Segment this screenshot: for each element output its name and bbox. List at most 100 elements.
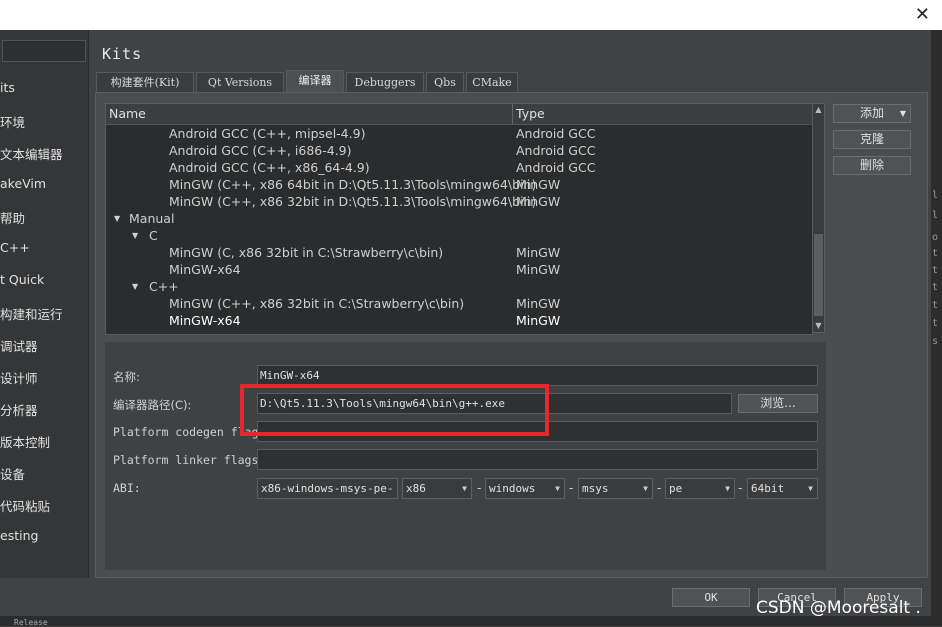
abi-width-select[interactable]: 64bit ▼ (747, 478, 818, 499)
page-title: Kits (102, 45, 143, 63)
compiler-type: MinGW (516, 313, 561, 328)
compiler-name: MinGW-x64 (169, 313, 241, 328)
add-button[interactable]: 添加 ▼ (833, 104, 911, 123)
column-divider[interactable] (512, 104, 513, 124)
sidebar-item-cpp[interactable]: C++ (0, 240, 86, 264)
abi-flavor-select[interactable]: msys ▼ (578, 478, 653, 499)
tree-row[interactable]: Android GCC (C++, i686-4.9) Android GCC (106, 143, 812, 160)
dropdown-arrow-icon: ▼ (725, 484, 730, 493)
background-text: l (932, 210, 939, 221)
abi-select-value: x86-windows-msys-pe- (261, 482, 394, 495)
compiler-type: MinGW (516, 245, 561, 260)
tree-group-row[interactable]: ▼ Manual (106, 211, 812, 228)
remove-button[interactable]: 删除 (833, 156, 911, 175)
abi-width-value: 64bit (751, 482, 785, 495)
background-text: t (932, 318, 939, 329)
compiler-type: Android GCC (516, 143, 596, 158)
sidebar-item-designer[interactable]: 设计师 (0, 368, 86, 392)
compiler-name: Android GCC (C++, x86_64-4.9) (169, 160, 370, 175)
background-text: s (932, 336, 939, 347)
abi-format-select[interactable]: pe ▼ (665, 478, 735, 499)
background-text: t (932, 265, 939, 276)
background-text: l (932, 190, 939, 201)
collapse-arrow-icon[interactable]: ▼ (132, 231, 138, 240)
sidebar-item-devices[interactable]: 设备 (0, 464, 86, 488)
compiler-name: MinGW-x64 (169, 262, 241, 277)
sidebar-item-code-paster[interactable]: 代码粘贴 (0, 496, 86, 520)
tree-row[interactable]: MinGW-x64 MinGW (106, 262, 812, 279)
column-header-name[interactable]: Name (109, 106, 146, 121)
abi-arch-select[interactable]: x86 ▼ (402, 478, 472, 499)
dropdown-arrow-icon: ▼ (808, 484, 813, 493)
watermark-text: CSDN @Mooresalt . (756, 598, 921, 618)
tree-group-row[interactable]: ▼ C (106, 228, 812, 245)
tab-kits[interactable]: 构建套件(Kit) (96, 72, 194, 92)
abi-os-select[interactable]: windows ▼ (485, 478, 565, 499)
scroll-down-icon[interactable]: ▼ (813, 320, 824, 332)
close-icon[interactable]: ✕ (915, 4, 930, 25)
tree-row-selected[interactable]: MinGW-x64 MinGW (106, 313, 812, 330)
sidebar-item-qt-quick[interactable]: t Quick (0, 272, 86, 296)
sidebar-item-build-run[interactable]: 构建和运行 (0, 304, 86, 328)
tree-row[interactable]: MinGW (C++, x86 32bit in C:\Strawberry\c… (106, 296, 812, 313)
tab-debuggers[interactable]: Debuggers (346, 72, 424, 92)
group-name: Manual (129, 211, 175, 226)
linker-flags-field[interactable] (257, 449, 818, 470)
tree-header: Name Type (106, 104, 812, 125)
tree-group-row[interactable]: ▼ C++ (106, 279, 812, 296)
sidebar-item-debugger[interactable]: 调试器 (0, 336, 86, 360)
tab-compilers[interactable]: 编译器 (286, 70, 344, 93)
compiler-type: MinGW (516, 194, 561, 209)
scroll-up-icon[interactable]: ▲ (813, 104, 824, 116)
compiler-name: MinGW (C++, x86 64bit in D:\Qt5.11.3\Too… (169, 177, 537, 192)
sidebar-item-help[interactable]: 帮助 (0, 208, 86, 232)
background-text: t (932, 300, 939, 311)
compiler-name: Android GCC (C++, mipsel-4.9) (169, 126, 366, 141)
compiler-tree[interactable]: Name Type Android GCC (C++, mipsel-4.9) … (105, 103, 813, 335)
highlight-annotation (240, 384, 549, 436)
sidebar-item-testing[interactable]: esting (0, 528, 86, 552)
dropdown-arrow-icon: ▼ (462, 484, 467, 493)
abi-os-value: windows (489, 482, 536, 495)
abi-flavor-value: msys (582, 482, 609, 495)
background-text: o (932, 232, 939, 243)
collapse-arrow-icon[interactable]: ▼ (132, 282, 138, 291)
dropdown-arrow-icon: ▼ (643, 484, 648, 493)
background-text: t (932, 248, 939, 259)
tab-qt-versions[interactable]: Qt Versions (196, 72, 284, 92)
tree-row[interactable]: MinGW (C++, x86 32bit in D:\Qt5.11.3\Too… (106, 194, 812, 211)
compiler-type: MinGW (516, 296, 561, 311)
sidebar-item-version-control[interactable]: 版本控制 (0, 432, 86, 456)
sidebar-item-kits[interactable]: its (0, 80, 86, 104)
compiler-name: Android GCC (C++, i686-4.9) (169, 143, 352, 158)
name-field[interactable]: MinGW-x64 (257, 365, 818, 386)
tree-row[interactable]: MinGW (C++, x86 64bit in D:\Qt5.11.3\Too… (106, 177, 812, 194)
compiler-path-label: 编译器路径(C): (113, 398, 192, 412)
tab-qbs[interactable]: Qbs (426, 72, 464, 92)
tree-row[interactable]: Android GCC (C++, x86_64-4.9) Android GC… (106, 160, 812, 177)
browse-button[interactable]: 浏览... (738, 394, 818, 413)
sidebar-filter-input[interactable] (2, 40, 86, 62)
abi-select[interactable]: x86-windows-msys-pe- (257, 478, 398, 499)
compiler-name: MinGW (C, x86 32bit in C:\Strawberry\c\b… (169, 245, 444, 260)
sidebar-item-environment[interactable]: 环境 (0, 112, 86, 136)
sidebar-item-fakevim[interactable]: akeVim (0, 176, 86, 200)
dropdown-arrow-icon: ▼ (899, 109, 906, 118)
sidebar-item-analyzer[interactable]: 分析器 (0, 400, 86, 424)
tab-cmake[interactable]: CMake (466, 72, 518, 92)
sidebar-item-text-editor[interactable]: 文本编辑器 (0, 144, 86, 168)
window-titlebar (0, 0, 942, 30)
compiler-type: Android GCC (516, 126, 596, 141)
tree-scrollbar[interactable]: ▲ ▼ (812, 103, 825, 333)
compiler-name: MinGW (C++, x86 32bit in C:\Strawberry\c… (169, 296, 465, 311)
scroll-thumb[interactable] (814, 234, 823, 316)
ok-button[interactable]: OK (672, 588, 750, 607)
column-header-type[interactable]: Type (516, 106, 545, 121)
dropdown-arrow-icon: ▼ (555, 484, 560, 493)
collapse-arrow-icon[interactable]: ▼ (114, 214, 120, 223)
tree-row[interactable]: MinGW (C, x86 32bit in C:\Strawberry\c\b… (106, 245, 812, 262)
tree-row[interactable]: Android GCC (C++, mipsel-4.9) Android GC… (106, 126, 812, 143)
abi-label: ABI: (113, 481, 141, 495)
compiler-type: MinGW (516, 177, 561, 192)
clone-button[interactable]: 克隆 (833, 130, 911, 149)
